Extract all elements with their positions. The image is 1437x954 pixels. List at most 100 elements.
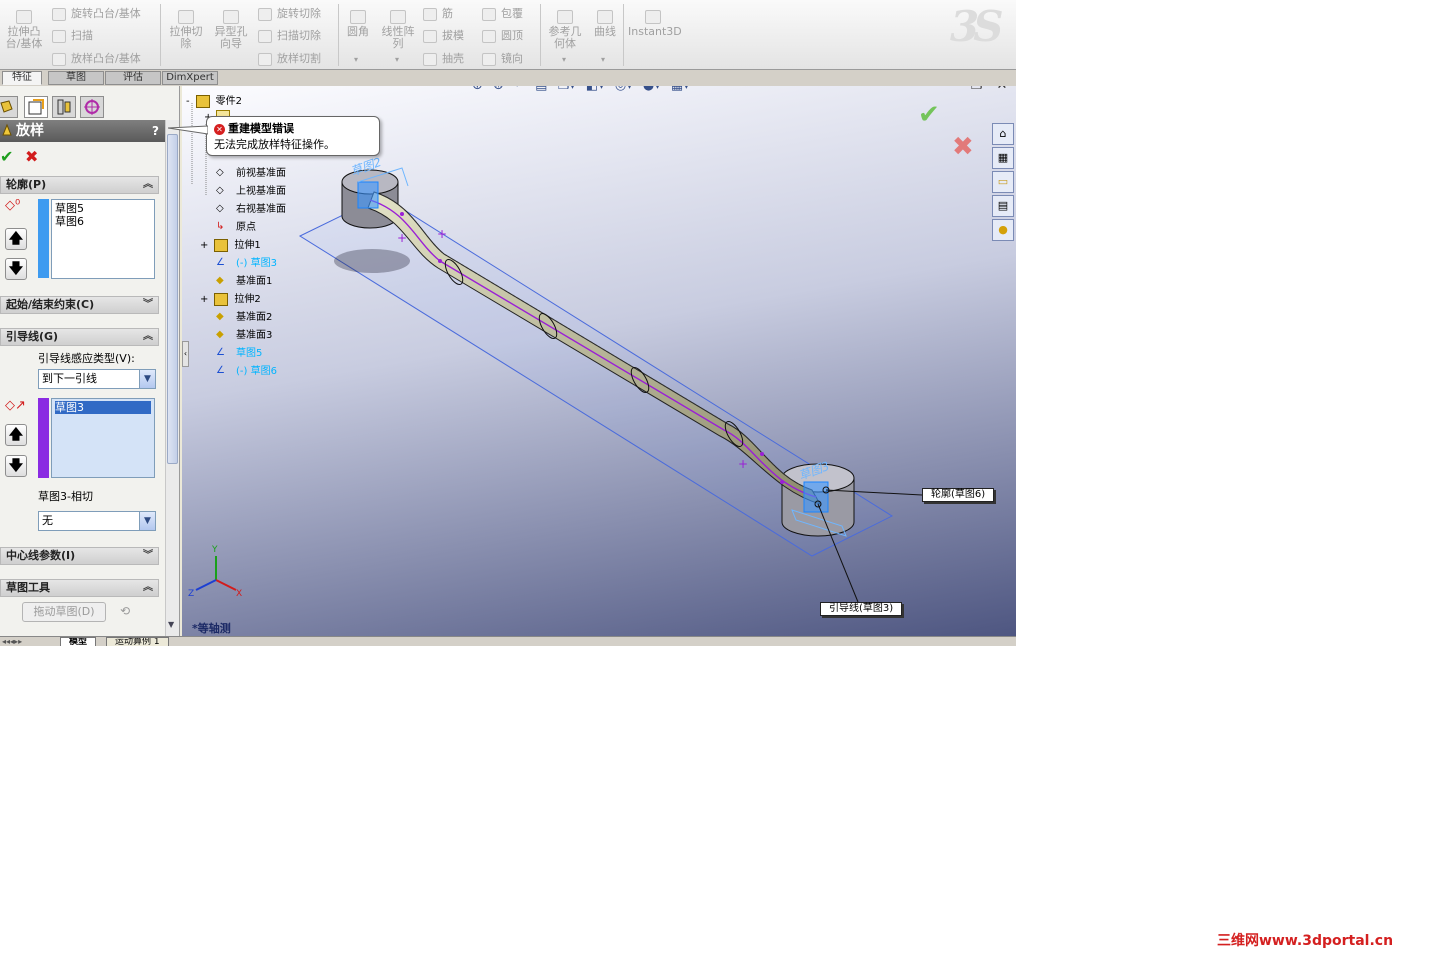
chevron-down-icon[interactable]: ▼ <box>139 512 155 530</box>
tab-motion-study[interactable]: 运动算例 1 <box>106 637 169 646</box>
collapse-chevron-icon: ︽ <box>143 179 153 190</box>
arrow-up-icon: 🡅 <box>8 427 24 443</box>
guide-influence-label: 引导线感应类型(V): <box>38 352 135 365</box>
hole-wizard-icon <box>223 10 239 24</box>
revolve-boss-icon <box>52 7 66 21</box>
centerline-parameters-header[interactable]: 中心线参数(I) ︾ <box>0 547 159 565</box>
error-title: 重建模型错误 <box>228 122 294 135</box>
move-down-button[interactable]: 🡇 <box>5 258 27 280</box>
sketch-tools-header[interactable]: 草图工具 ︽ <box>0 579 159 597</box>
tab-evaluate[interactable]: 评估 <box>105 71 161 85</box>
tab-model[interactable]: 模型 <box>60 637 97 646</box>
manager-tabs <box>0 94 165 118</box>
dimxpert-icon <box>84 99 100 115</box>
scrollbar-thumb[interactable] <box>167 134 178 464</box>
pattern-dropdown-icon[interactable]: ▾ <box>395 55 399 64</box>
extrude-boss-button[interactable]: 拉伸凸 台/基体 <box>3 10 45 50</box>
wrap-button[interactable]: 包覆 <box>482 5 523 21</box>
curves-button[interactable]: 曲线 <box>590 10 620 38</box>
ref-geometry-dropdown-icon[interactable]: ▾ <box>562 55 566 64</box>
ribbon-divider <box>623 4 624 66</box>
ok-check-icon[interactable]: ✔ <box>0 147 13 166</box>
mirror-button[interactable]: 镜向 <box>482 50 523 66</box>
list-item[interactable]: 草图3 <box>55 401 151 414</box>
revolve-cut-button[interactable]: 旋转切除 <box>258 5 321 21</box>
curves-dropdown-icon[interactable]: ▾ <box>601 55 605 64</box>
scroll-down-icon[interactable]: ▼ <box>168 620 174 629</box>
draft-icon <box>423 29 437 43</box>
command-manager-ribbon: 拉伸凸 台/基体 旋转凸台/基体 扫描 放样凸台/基体 拉伸切 除 异型孔 向导… <box>0 0 1016 70</box>
undo-icon[interactable]: ⟲ <box>120 604 130 618</box>
guide-influence-select[interactable]: 到下一引线 ▼ <box>38 369 156 389</box>
loft-icon <box>2 123 12 136</box>
dimxpert-manager-tab[interactable] <box>80 96 104 118</box>
linear-pattern-button[interactable]: 线性阵 列 <box>377 10 419 50</box>
guide-listbox[interactable]: 草图3 <box>51 398 155 478</box>
extrude-cut-button[interactable]: 拉伸切 除 <box>165 10 207 50</box>
chevron-down-icon[interactable]: ▼ <box>139 370 155 388</box>
expand-chevron-icon: ︾ <box>143 550 153 561</box>
profile-color-bar <box>38 199 49 278</box>
arrow-down-icon: 🡇 <box>8 458 24 474</box>
draft-button[interactable]: 拔模 <box>423 27 464 43</box>
guide-selection-icon: ◇↗ <box>5 398 26 413</box>
guide-tangency-select[interactable]: 无 ▼ <box>38 511 156 531</box>
list-item[interactable]: 草图5 <box>55 202 151 215</box>
tab-scroll-arrows[interactable]: ◂◂◂▸▸ <box>2 637 22 646</box>
cancel-x-icon[interactable]: ✖ <box>25 147 38 166</box>
drag-sketch-button[interactable]: 拖动草图(D) <box>22 602 106 622</box>
feature-manager-tab[interactable] <box>0 96 18 118</box>
profile-listbox[interactable]: 草图5 草图6 <box>51 199 155 279</box>
tab-features[interactable]: 特征 <box>2 71 42 85</box>
tab-dimxpert[interactable]: DimXpert <box>162 71 218 85</box>
svg-text:+: + <box>738 457 748 471</box>
sweep-button[interactable]: 扫描 <box>52 27 93 43</box>
profile-callout[interactable]: 轮廓(草图6) <box>922 488 995 502</box>
error-message: 无法完成放样特征操作。 <box>214 138 335 151</box>
fillet-icon <box>350 10 366 24</box>
guide-callout[interactable]: 引导线(草图3) <box>820 602 903 616</box>
fillet-button[interactable]: 圆角 <box>342 10 374 38</box>
pm-scrollbar[interactable]: ▼ <box>165 120 179 636</box>
extrude-cut-icon <box>178 10 194 24</box>
fillet-dropdown-icon[interactable]: ▾ <box>354 55 358 64</box>
dome-button[interactable]: 圆顶 <box>482 27 523 43</box>
rib-button[interactable]: 筋 <box>423 5 453 21</box>
guide-curves-header[interactable]: 引导线(G) ︽ <box>0 328 159 346</box>
loft-cut-button[interactable]: 放样切割 <box>258 50 321 66</box>
expand-chevron-icon: ︾ <box>143 299 153 310</box>
collapse-chevron-icon: ︽ <box>143 582 153 593</box>
list-item[interactable]: 草图6 <box>55 215 151 228</box>
property-manager-tab[interactable] <box>24 96 48 118</box>
loft-boss-icon <box>52 52 66 66</box>
sweep-cut-button[interactable]: 扫描切除 <box>258 27 321 43</box>
tab-sketch[interactable]: 草图 <box>48 71 104 85</box>
loft-boss-button[interactable]: 放样凸台/基体 <box>52 50 141 66</box>
svg-text:Y: Y <box>211 545 218 555</box>
configuration-manager-tab[interactable] <box>52 96 76 118</box>
property-manager: 放样 ? ✔ ✖ 轮廓(P) ︽ ◇⁰ 草图5 草图6 🡅 🡇 起始/结束约束(C… <box>0 86 180 636</box>
revolve-boss-button[interactable]: 旋转凸台/基体 <box>52 5 141 21</box>
start-end-constraints-header[interactable]: 起始/结束约束(C) ︾ <box>0 296 159 314</box>
site-watermark: 三维网www.3dportal.cn <box>1217 933 1394 949</box>
feature-tree-icon <box>0 100 13 113</box>
graphics-area[interactable]: ⊕ ⊛ ↶ ▤ ❒▾ ◧▾ ◎▾ ●▾ ▦▾ – ❐ ✕ ✔ ✖ ⌂ ▦ ▭ ▤… <box>182 86 1016 636</box>
mirror-icon <box>482 52 496 66</box>
collapse-chevron-icon: ︽ <box>143 331 153 342</box>
move-down-button[interactable]: 🡇 <box>5 455 27 477</box>
shell-button[interactable]: 抽壳 <box>423 50 464 66</box>
move-up-button[interactable]: 🡅 <box>5 228 27 250</box>
guide-tangency-label: 草图3-相切 <box>38 490 93 503</box>
instant3d-button[interactable]: Instant3D <box>628 10 682 38</box>
extrude-boss-icon <box>16 10 32 24</box>
profile-selection-icon: ◇⁰ <box>5 198 21 213</box>
ribbon-divider <box>338 4 339 66</box>
axis-triad: Y X Z <box>188 545 242 599</box>
profiles-group-header[interactable]: 轮廓(P) ︽ <box>0 176 159 194</box>
help-button[interactable]: ? <box>152 120 159 142</box>
move-up-button[interactable]: 🡅 <box>5 424 27 446</box>
wrap-icon <box>482 7 496 21</box>
sweep-cut-icon <box>258 29 272 43</box>
reference-geometry-button[interactable]: 参考几 何体 <box>544 10 586 50</box>
hole-wizard-button[interactable]: 异型孔 向导 <box>210 10 252 50</box>
